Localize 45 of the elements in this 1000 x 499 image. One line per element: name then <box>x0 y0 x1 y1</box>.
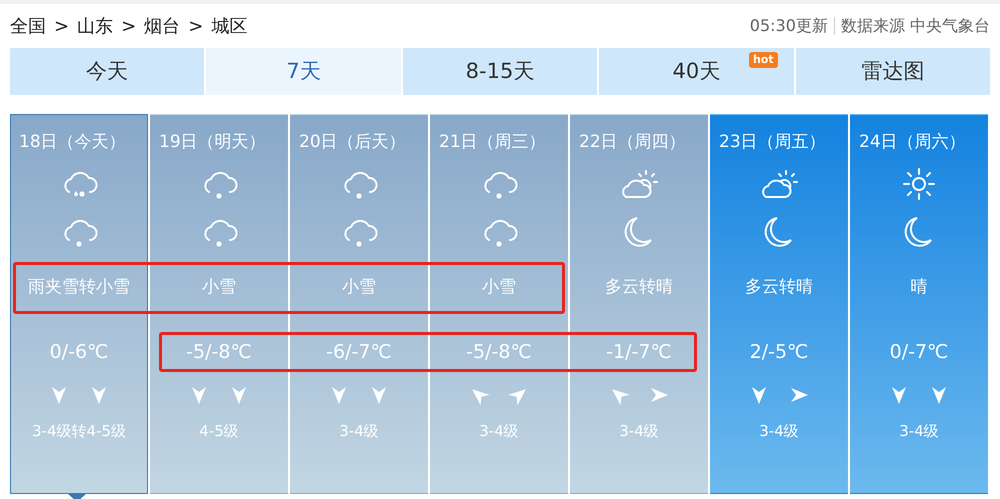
forecast-tab[interactable]: 雷达图 <box>796 48 990 95</box>
weather-text: 小雪 <box>202 276 236 299</box>
breadcrumb-separator: > <box>54 14 70 38</box>
breadcrumb-separator: > <box>121 14 136 38</box>
forecast-tab[interactable]: 今天 <box>10 48 204 95</box>
wind-level: 3-4级 <box>339 422 379 440</box>
wind-level: 4-5级 <box>199 422 239 440</box>
breadcrumb-separator: > <box>188 14 204 38</box>
temperature-range: -5/-8℃ <box>186 340 252 362</box>
day-column[interactable]: 24日（周六） 晴 0/-7℃ 3-4级 <box>850 114 988 494</box>
date-label: 24日（周六） <box>858 131 967 154</box>
temperature-range: 0/-7℃ <box>890 340 948 362</box>
date-label: 22日（周四） <box>578 131 687 154</box>
temperature-range: -5/-8℃ <box>466 340 532 362</box>
weather-text: 雨夹雪转小雪 <box>28 276 130 299</box>
date-label: 19日（明天） <box>158 131 267 154</box>
temperature-range: 0/-6℃ <box>50 340 108 362</box>
weather-text: 多云转晴 <box>745 276 813 299</box>
temperature-range: -1/-7℃ <box>606 340 672 362</box>
breadcrumb-link[interactable]: 城区 <box>211 12 248 40</box>
forecast-tab[interactable]: 8-15天 <box>402 48 598 95</box>
wind-level: 3-4级转4-5级 <box>32 422 126 440</box>
wind-level: 3-4级 <box>759 422 799 440</box>
day-column[interactable]: 23日（周五） 多云转晴 2/-5℃ 3-4级 <box>710 114 848 494</box>
breadcrumb-link[interactable]: 山东 <box>77 12 114 40</box>
date-label: 21日（周三） <box>438 131 547 154</box>
weather-text: 晴 <box>910 276 928 299</box>
temperature-range: -6/-7℃ <box>326 340 392 362</box>
breadcrumb-link[interactable]: 烟台 <box>144 12 180 40</box>
weather-text: 小雪 <box>482 276 516 299</box>
date-label: 23日（周五） <box>718 131 827 154</box>
forecast-tab[interactable]: 40天 hot <box>599 48 794 95</box>
breadcrumb-link[interactable]: 全国 <box>10 12 46 40</box>
weather-text: 小雪 <box>342 276 376 299</box>
data-source: 数据来源 中央气象台 <box>840 15 990 37</box>
weather-text: 多云转晴 <box>605 276 673 299</box>
date-label: 20日（后天） <box>298 131 407 154</box>
hot-badge: hot <box>748 52 778 68</box>
wind-level: 3-4级 <box>479 422 519 440</box>
wind-level: 3-4级 <box>619 422 659 440</box>
date-label: 18日（今天） <box>18 131 127 154</box>
wind-level: 3-4级 <box>899 422 939 440</box>
update-time: 05:30更新 <box>750 15 828 37</box>
forecast-tab[interactable]: 7天 <box>206 48 401 95</box>
temperature-range: 2/-5℃ <box>750 340 808 362</box>
